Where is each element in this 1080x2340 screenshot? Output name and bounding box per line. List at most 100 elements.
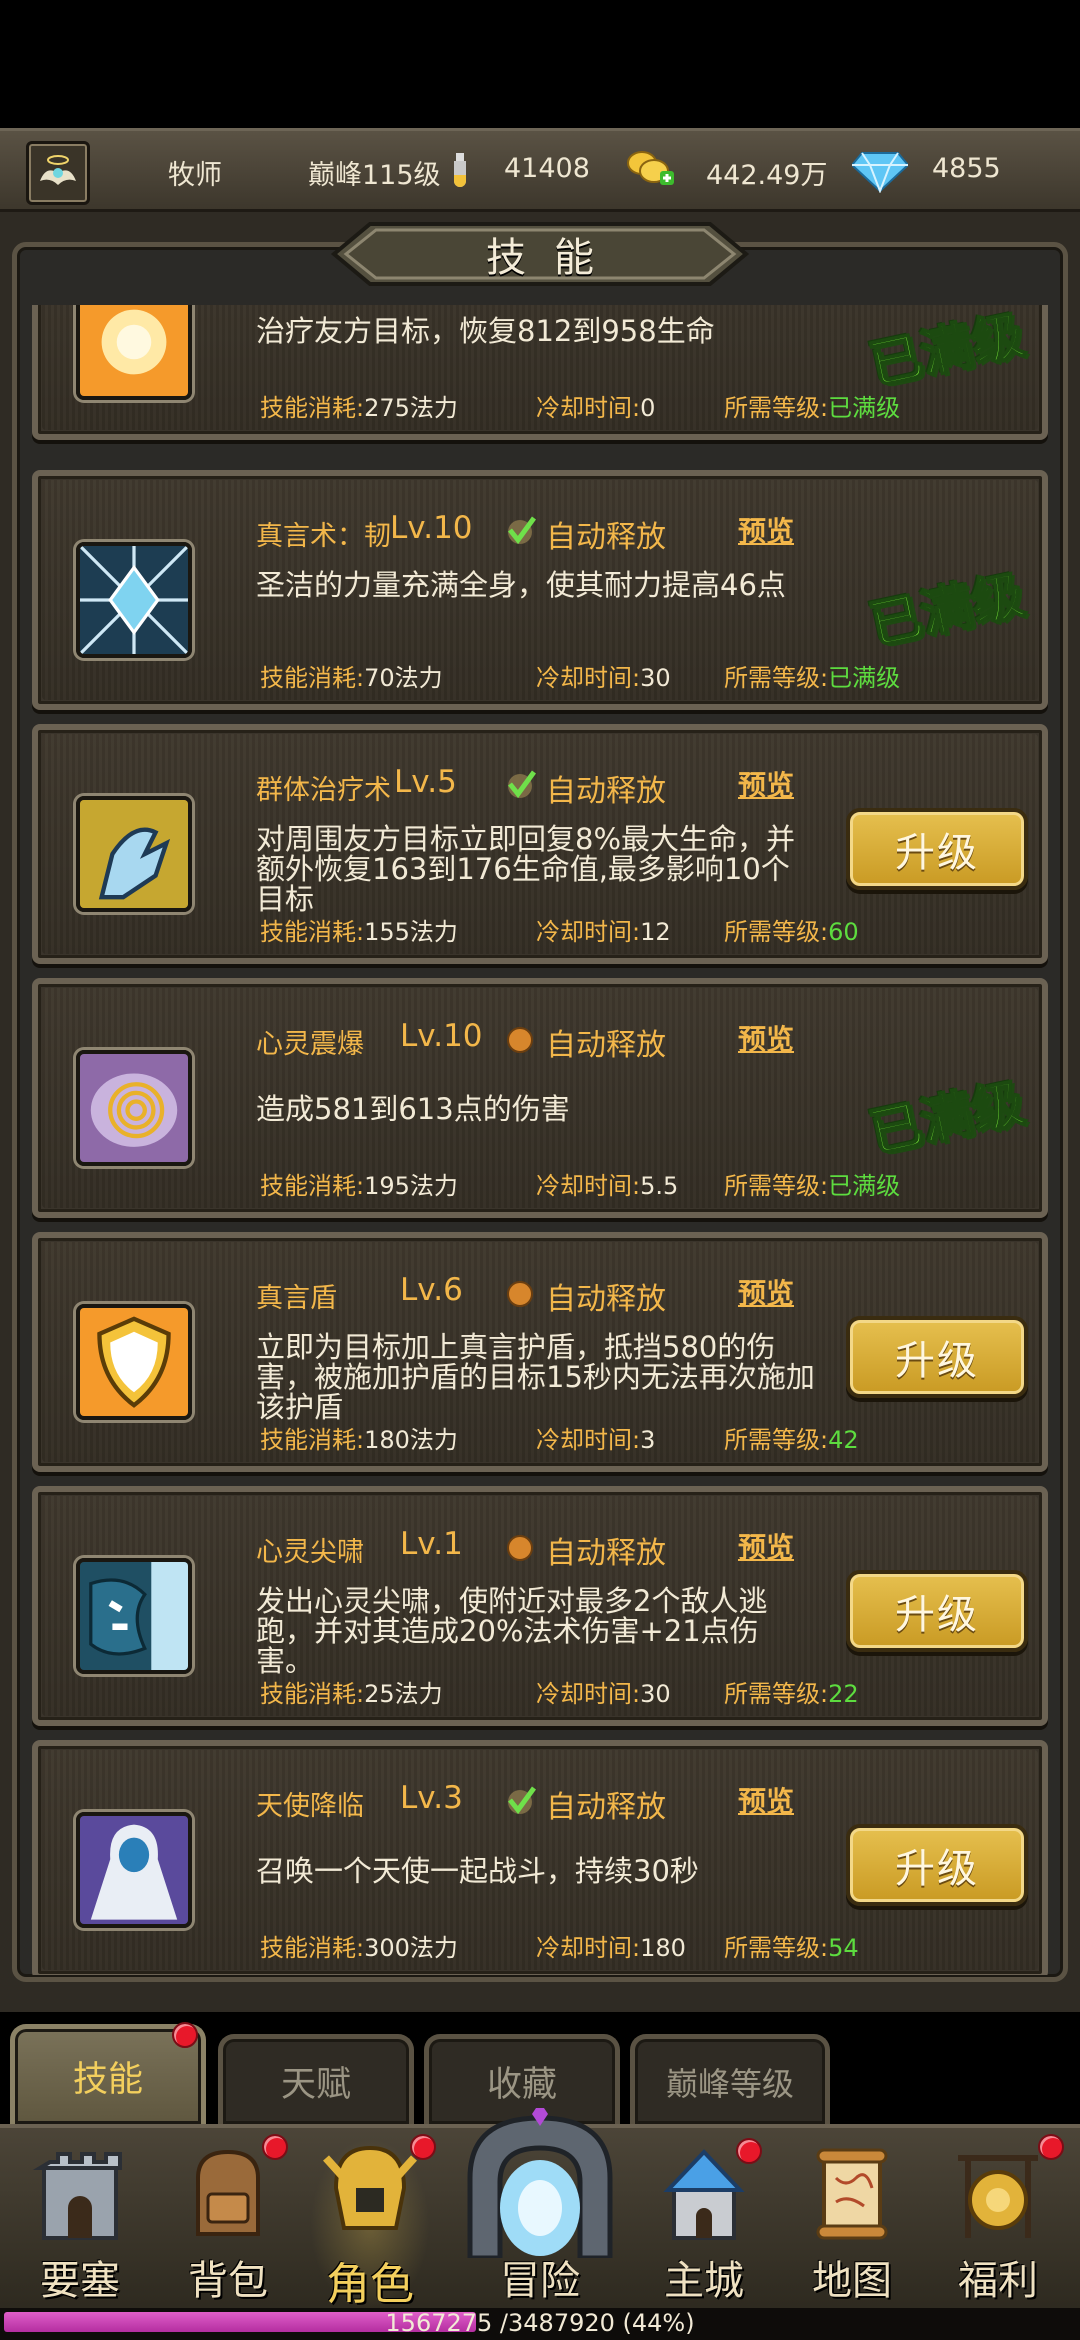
stamina-flask-icon — [454, 153, 466, 187]
nav-backpack[interactable]: 背包 — [168, 2134, 288, 2312]
skill-cost: 技能消耗:155法力 — [260, 918, 458, 946]
auto-release-label[interactable]: 自动释放 — [546, 1274, 666, 1318]
skill-name: 心灵震爆 — [256, 1029, 364, 1060]
preview-link[interactable]: 预览 — [738, 1018, 794, 1058]
preview-link[interactable]: 预览 — [738, 510, 794, 550]
mind-blast-spiral-icon — [76, 1050, 192, 1166]
skill-list[interactable]: 治疗友方目标，恢复812到958生命 已满级 技能消耗:275法力 冷却时间:0… — [22, 305, 1058, 1975]
skill-cooldown: 冷却时间:30 — [536, 664, 671, 692]
nav-map[interactable]: 地图 — [792, 2138, 912, 2312]
player-stats-bar: 牧师 巅峰115级 41408 442.49万 4855 — [0, 128, 1080, 212]
skill-level: Lv.5 — [394, 764, 457, 800]
preview-link[interactable]: 预览 — [738, 1272, 794, 1312]
player-avatar[interactable] — [26, 141, 90, 205]
skill-cost: 技能消耗:70法力 — [260, 664, 443, 692]
skill-card-power-word-fortitude[interactable]: 真言术：韧 Lv.10 自动释放 预览 圣洁的力量充满全身，使其耐力提高46点 … — [32, 470, 1048, 710]
skill-required-level: 所需等级:42 — [724, 1426, 859, 1454]
skill-desc: 召唤一个天使一起战斗，持续30秒 — [256, 1854, 699, 1888]
nav-adventure[interactable]: 冒险 — [450, 2108, 630, 2312]
skill-level: Lv.10 — [390, 510, 473, 546]
nav-main-city[interactable]: 主城 — [644, 2138, 764, 2312]
nav-fortress[interactable]: 要塞 — [20, 2138, 140, 2312]
skill-level: Lv.1 — [400, 1526, 463, 1562]
auto-release-check-icon[interactable] — [504, 514, 536, 546]
fortress-icon — [32, 2152, 122, 2240]
maxed-stamp: 已满级 — [864, 305, 1031, 397]
player-level-label: 巅峰115级 — [308, 160, 441, 191]
skill-cost: 技能消耗:300法力 — [260, 1934, 458, 1962]
player-class-label: 牧师 — [168, 160, 222, 191]
auto-release-check-icon[interactable] — [504, 768, 536, 800]
auto-release-label[interactable]: 自动释放 — [546, 512, 666, 556]
fortitude-crystal-icon — [76, 542, 192, 658]
psychic-scream-icon — [76, 1558, 192, 1674]
auto-release-label[interactable]: 自动释放 — [546, 1020, 666, 1064]
skill-level: Lv.6 — [400, 1272, 463, 1308]
skill-desc: 造成581到613点的伤害 — [256, 1092, 570, 1126]
nav-character[interactable]: 角色 — [310, 2134, 436, 2312]
experience-text: 1567275 /3487920 (44%) — [385, 2309, 695, 2337]
skill-cooldown: 冷却时间:12 — [536, 918, 671, 946]
nav-label: 背包 — [188, 2258, 268, 2304]
panel-title-plate: 技能 — [330, 220, 750, 288]
notification-dot — [262, 2134, 288, 2160]
skill-cost: 技能消耗:180法力 — [260, 1426, 458, 1454]
skill-cooldown: 冷却时间:30 — [536, 1680, 671, 1708]
preview-link[interactable]: 预览 — [738, 764, 794, 804]
map-scroll-icon — [816, 2148, 888, 2240]
nav-label: 要塞 — [40, 2258, 120, 2304]
skill-cost: 技能消耗:25法力 — [260, 1680, 443, 1708]
skill-level: Lv.3 — [400, 1780, 463, 1816]
nav-label: 地图 — [812, 2258, 892, 2304]
tab-peak-level[interactable]: 巅峰等级 — [630, 2034, 830, 2124]
diamond-icon[interactable] — [852, 149, 908, 193]
upgrade-button[interactable]: 升级 — [846, 1316, 1028, 1398]
skill-cooldown: 冷却时间:0 — [536, 394, 656, 422]
skill-card-mind-blast[interactable]: 心灵震爆 Lv.10 自动释放 预览 造成581到613点的伤害 已满级 技能消… — [32, 978, 1048, 1218]
auto-release-label[interactable]: 自动释放 — [546, 1782, 666, 1826]
tab-talents[interactable]: 天赋 — [218, 2034, 414, 2124]
stamina-value: 41408 — [504, 153, 590, 184]
nav-welfare[interactable]: 福利 — [938, 2134, 1064, 2312]
skill-card-mass-heal[interactable]: 群体治疗术 Lv.5 自动释放 预览 对周围友方目标立即回复8%最大生命，并额外… — [32, 724, 1048, 964]
auto-release-label[interactable]: 自动释放 — [546, 1528, 666, 1572]
notification-dot — [410, 2134, 436, 2160]
auto-release-off-icon[interactable] — [504, 1022, 536, 1054]
auto-release-check-icon[interactable] — [504, 1784, 536, 1816]
skill-cooldown: 冷却时间:5.5 — [536, 1172, 679, 1200]
preview-link[interactable]: 预览 — [738, 1526, 794, 1566]
panel-title: 技能 — [486, 235, 622, 281]
skill-cooldown: 冷却时间:180 — [536, 1934, 686, 1962]
skill-name: 心灵尖啸 — [256, 1537, 364, 1568]
preview-link[interactable]: 预览 — [738, 1780, 794, 1820]
auto-release-label[interactable]: 自动释放 — [546, 766, 666, 810]
skill-required-level: 所需等级:54 — [724, 1934, 859, 1962]
gong-icon — [958, 2155, 1038, 2238]
gold-value: 442.49万 — [706, 160, 828, 191]
skill-card-heal[interactable]: 治疗友方目标，恢复812到958生命 已满级 技能消耗:275法力 冷却时间:0… — [32, 305, 1048, 440]
auto-release-off-icon[interactable] — [504, 1276, 536, 1308]
skill-required-level: 所需等级:60 — [724, 918, 859, 946]
auto-release-off-icon[interactable] — [504, 1530, 536, 1562]
skill-desc: 对周围友方目标立即回复8%最大生命，并额外恢复163到176生命值,最多影响10… — [256, 822, 796, 916]
upgrade-button[interactable]: 升级 — [846, 1824, 1028, 1906]
skill-card-power-word-shield[interactable]: 真言盾 Lv.6 自动释放 预览 立即为目标加上真言护盾，抵挡580的伤害，被施… — [32, 1232, 1048, 1472]
skill-card-angel-descent[interactable]: 天使降临 Lv.3 自动释放 预览 召唤一个天使一起战斗，持续30秒 升级 技能… — [32, 1740, 1048, 1975]
skill-level: Lv.10 — [400, 1018, 483, 1054]
skill-desc: 发出心灵尖啸，使附近对最多2个敌人逃跑，并对其造成20%法术伤害+21点伤害。 — [256, 1584, 768, 1678]
skill-desc: 立即为目标加上真言护盾，抵挡580的伤害，被施加护盾的目标15秒内无法再次施加该… — [256, 1330, 815, 1424]
backpack-icon — [196, 2149, 260, 2236]
skill-name: 群体治疗术 — [256, 775, 391, 806]
gold-coins-icon[interactable] — [626, 149, 676, 189]
skill-card-psychic-scream[interactable]: 心灵尖啸 Lv.1 自动释放 预览 发出心灵尖啸，使附近对最多2个敌人逃跑，并对… — [32, 1486, 1048, 1726]
upgrade-button[interactable]: 升级 — [846, 808, 1028, 890]
skill-desc: 治疗友方目标，恢复812到958生命 — [256, 314, 715, 348]
heal-skill-icon — [76, 305, 192, 400]
nav-label: 角色 — [326, 2259, 414, 2310]
skill-required-level: 所需等级:已满级 — [724, 394, 901, 422]
experience-bar: 1567275 /3487920 (44%) — [0, 2308, 1080, 2340]
skill-desc: 圣洁的力量充满全身，使其耐力提高46点 — [256, 568, 786, 602]
upgrade-button[interactable]: 升级 — [846, 1570, 1028, 1652]
skill-required-level: 所需等级:22 — [724, 1680, 859, 1708]
skill-required-level: 所需等级:已满级 — [724, 664, 901, 692]
